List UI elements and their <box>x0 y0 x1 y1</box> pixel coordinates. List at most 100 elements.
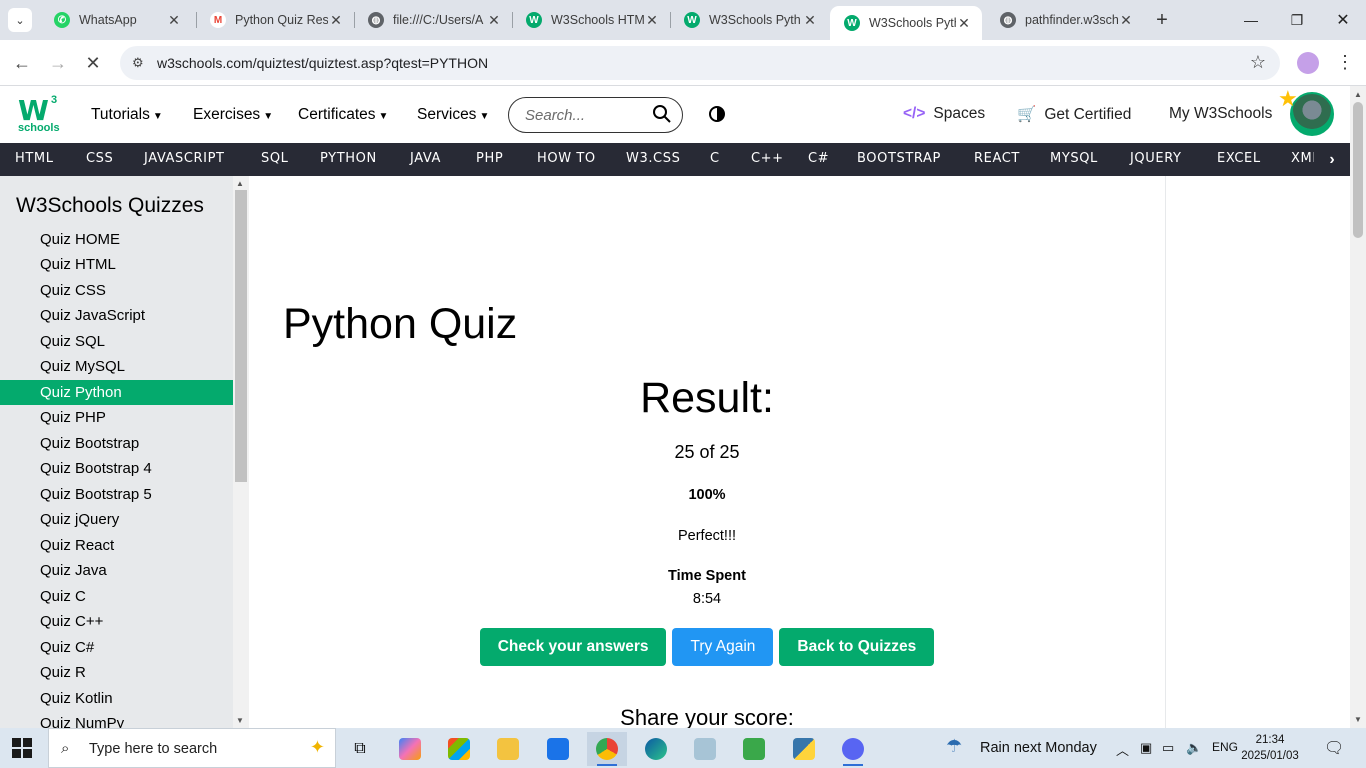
subnav-item[interactable]: BOOTSTRAP <box>857 151 941 166</box>
subnav-item[interactable]: HOW TO <box>537 151 596 166</box>
site-search-input[interactable]: Search... <box>508 97 683 133</box>
chrome-icon[interactable] <box>587 732 627 766</box>
weather-text[interactable]: Rain next Monday <box>980 740 1097 756</box>
page-scroll-thumb[interactable] <box>1353 102 1363 238</box>
menu-tutorials[interactable]: Tutorials ▼ <box>91 106 163 124</box>
task-view-icon[interactable]: ⧉ <box>340 732 380 766</box>
subnav-item[interactable]: C++ <box>751 151 784 166</box>
sidebar-item[interactable]: Quiz Bootstrap 5 <box>0 482 233 507</box>
tab-search-chevron-icon[interactable]: ⌄ <box>8 8 32 32</box>
subnav-item[interactable]: HTML <box>15 151 54 166</box>
browser-tab[interactable]: ◍ file:///C:/Users/A ✕ <box>354 0 512 40</box>
file-explorer-icon[interactable] <box>488 732 528 766</box>
sidebar-item[interactable]: Quiz MySQL <box>0 354 233 379</box>
menu-certificates[interactable]: Certificates ▼ <box>298 106 388 124</box>
sidebar-item[interactable]: Quiz Bootstrap 4 <box>0 456 233 481</box>
sidebar-scrollbar[interactable]: ▲ ▼ <box>233 176 249 728</box>
browser-menu-icon[interactable]: ⋮ <box>1336 52 1354 73</box>
close-window-icon[interactable]: ✕ <box>1320 0 1366 40</box>
volume-icon[interactable]: 🔈 <box>1186 740 1202 756</box>
minimize-icon[interactable]: — <box>1228 0 1274 40</box>
subnav-item[interactable]: REACT <box>974 151 1020 166</box>
browser-profile-icon[interactable] <box>1297 52 1319 74</box>
sidebar-item[interactable]: Quiz PHP <box>0 405 233 430</box>
discord-icon[interactable] <box>833 732 873 766</box>
get-certified-link[interactable]: 🛒 Get Certified <box>1017 105 1131 124</box>
sidebar-item[interactable]: Quiz C++ <box>0 609 233 634</box>
subnav-item[interactable]: CSS <box>86 151 113 166</box>
browser-tab[interactable]: ◍ pathfinder.w3sch ✕ <box>986 0 1144 40</box>
sidebar-item[interactable]: Quiz SQL <box>0 329 233 354</box>
sidebar-item[interactable]: Quiz R <box>0 660 233 685</box>
subnav-item[interactable]: MYSQL <box>1050 151 1098 166</box>
subnav-item[interactable]: C# <box>808 151 829 166</box>
python-icon[interactable] <box>784 732 824 766</box>
close-tab-icon[interactable]: ✕ <box>956 15 972 32</box>
close-tab-icon[interactable]: ✕ <box>644 12 660 29</box>
close-tab-icon[interactable]: ✕ <box>328 12 344 29</box>
close-tab-icon[interactable]: ✕ <box>1118 12 1134 29</box>
close-tab-icon[interactable]: ✕ <box>486 12 502 29</box>
sidebar-item[interactable]: Quiz Bootstrap <box>0 431 233 456</box>
url-text[interactable]: w3schools.com/quiztest/quiztest.asp?qtes… <box>157 55 488 71</box>
sidebar-item[interactable]: Quiz Kotlin <box>0 686 233 711</box>
taskbar-search-input[interactable]: ⌕ Type here to search ✦ <box>48 728 336 768</box>
system-clock[interactable]: 21:34 2025/01/03 <box>1240 732 1300 764</box>
excel-chart-icon[interactable] <box>734 732 774 766</box>
address-bar[interactable]: ⚙ w3schools.com/quiztest/quiztest.asp?qt… <box>120 46 1280 80</box>
browser-tab[interactable]: M Python Quiz Res ✕ <box>196 0 354 40</box>
battery-icon[interactable]: ▭ <box>1162 740 1174 756</box>
menu-exercises[interactable]: Exercises ▼ <box>193 106 273 124</box>
microsoft-store-icon[interactable] <box>439 732 479 766</box>
subnav-item[interactable]: W3.CSS <box>626 151 680 166</box>
notifications-icon[interactable]: 🗨 <box>1324 738 1344 758</box>
menu-services[interactable]: Services ▼ <box>417 106 489 124</box>
browser-tab[interactable]: W W3Schools HTM ✕ <box>512 0 670 40</box>
sidebar-item[interactable]: Quiz CSS <box>0 278 233 303</box>
back-to-quizzes-button[interactable]: Back to Quizzes <box>779 628 935 666</box>
sidebar-item[interactable]: Quiz HTML <box>0 252 233 277</box>
subnav-item[interactable]: SQL <box>261 151 289 166</box>
sidebar-item[interactable]: Quiz JavaScript <box>0 303 233 328</box>
subnav-item[interactable]: PYTHON <box>320 151 377 166</box>
stop-loading-icon[interactable]: ✕ <box>81 51 105 75</box>
mail-icon[interactable] <box>538 732 578 766</box>
spaces-link[interactable]: </> Spaces <box>903 105 985 123</box>
sidebar-item[interactable]: Quiz React <box>0 533 233 558</box>
check-answers-button[interactable]: Check your answers <box>479 628 667 666</box>
close-tab-icon[interactable]: ✕ <box>802 12 818 29</box>
site-info-icon[interactable]: ⚙ <box>132 55 148 71</box>
page-scrollbar[interactable]: ▲ ▼ <box>1350 86 1366 728</box>
subnav-item[interactable]: C <box>710 151 720 166</box>
forward-arrow-icon[interactable]: → <box>46 51 70 75</box>
close-tab-icon[interactable]: ✕ <box>166 12 182 29</box>
windows-start-icon[interactable] <box>12 738 32 758</box>
subnav-item[interactable]: JAVASCRIPT <box>144 151 225 166</box>
new-tab-plus-icon[interactable]: + <box>1150 8 1174 32</box>
sidebar-item[interactable]: Quiz jQuery <box>0 507 233 532</box>
notes-app-icon[interactable] <box>685 732 725 766</box>
try-again-button[interactable]: Try Again <box>672 628 774 666</box>
subnav-item[interactable]: EXCEL <box>1217 151 1261 166</box>
sidebar-item[interactable]: Quiz Java <box>0 558 233 583</box>
subnav-item[interactable]: PHP <box>476 151 503 166</box>
sidebar-item[interactable]: Quiz NumPy <box>0 711 233 728</box>
chevron-right-icon[interactable]: › <box>1314 143 1350 176</box>
sidebar-item-active[interactable]: Quiz Python <box>0 380 233 405</box>
chevron-up-icon[interactable]: ︿ <box>1116 740 1129 759</box>
sidebar-item[interactable]: Quiz C# <box>0 635 233 660</box>
back-arrow-icon[interactable]: ← <box>10 51 34 75</box>
sidebar-scroll-thumb[interactable] <box>235 190 247 482</box>
sidebar-item[interactable]: Quiz HOME <box>0 227 233 252</box>
search-icon[interactable] <box>652 104 672 124</box>
browser-tab-active[interactable]: W W3Schools Pyth ✕ <box>830 6 982 40</box>
copilot-icon[interactable] <box>390 732 430 766</box>
w3schools-logo[interactable]: W 3 schools <box>18 94 60 134</box>
my-w3schools-link[interactable]: My W3Schools <box>1169 105 1272 123</box>
browser-tab[interactable]: ✆ WhatsApp ✕ <box>40 0 192 40</box>
edge-icon[interactable] <box>636 732 676 766</box>
subnav-item[interactable]: JQUERY <box>1130 151 1182 166</box>
browser-tab[interactable]: W W3Schools Pyth ✕ <box>670 0 828 40</box>
bookmark-star-icon[interactable]: ☆ <box>1250 52 1266 73</box>
subnav-item[interactable]: JAVA <box>410 151 441 166</box>
